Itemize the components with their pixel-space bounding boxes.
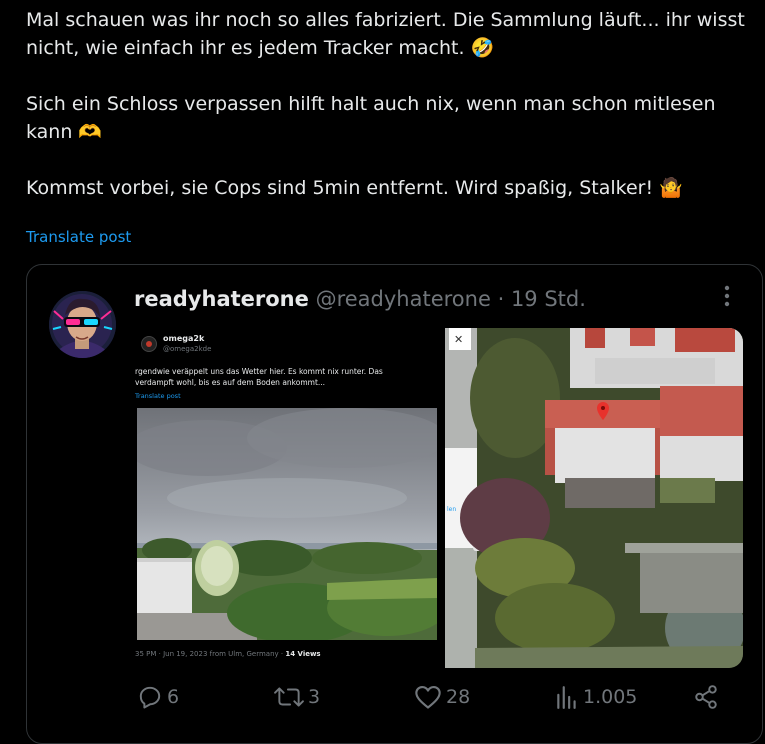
close-icon: ✕	[454, 333, 463, 346]
reply-button[interactable]: 6	[137, 684, 179, 710]
avatar[interactable]	[49, 291, 116, 358]
repost-icon	[274, 687, 304, 707]
quoted-post-media[interactable]: omega2k @omega2kde rgendwie veräppelt un…	[133, 328, 743, 668]
reply-icon	[139, 686, 161, 709]
translate-post-link[interactable]: Translate post	[26, 228, 131, 246]
views-button[interactable]: 1.005	[555, 684, 637, 710]
view-count: 1.005	[583, 686, 638, 708]
satellite-map-image: ✕ len	[445, 328, 743, 668]
post-paragraph: Mal schauen was ihr noch so alles fabriz…	[26, 9, 745, 59]
embedded-author-name: omega2k	[163, 334, 205, 343]
more-dots-icon[interactable]	[721, 285, 733, 307]
embedded-sky-photo	[137, 408, 437, 640]
embedded-post-text: rgendwie veräppelt uns das Wetter hier. …	[135, 367, 383, 387]
embedded-translate-link: Translate post	[135, 392, 181, 400]
post-paragraph: Kommst vorbei, sie Cops sind 5min entfer…	[26, 177, 683, 199]
repost-button[interactable]: 3	[274, 684, 320, 710]
heart-icon	[415, 686, 441, 709]
embedded-screenshot: omega2k @omega2kde rgendwie veräppelt un…	[133, 328, 445, 668]
repost-count: 3	[308, 686, 321, 708]
embedded-author-handle: @omega2kde	[163, 345, 212, 353]
quoted-author-name[interactable]: readyhaterone	[134, 287, 309, 311]
quoted-post-header: readyhaterone @readyhaterone · 19 Std.	[134, 287, 586, 311]
action-bar: 6 3 28 1.005	[0, 684, 765, 724]
post-text: Mal schauen was ihr noch so alles fabriz…	[26, 6, 761, 202]
views-icon	[557, 686, 576, 709]
quoted-author-handle[interactable]: @readyhaterone	[316, 287, 491, 311]
quoted-post[interactable]: readyhaterone @readyhaterone · 19 Std. o…	[26, 264, 763, 744]
like-button[interactable]: 28	[414, 684, 470, 710]
side-label: len	[447, 506, 456, 513]
like-count: 28	[446, 686, 471, 708]
embedded-avatar	[141, 336, 157, 352]
embedded-post-meta: 35 PM · Jun 19, 2023 from Ulm, Germany ·…	[135, 650, 321, 658]
embedded-post-views: 14 Views	[285, 650, 321, 658]
quoted-post-time[interactable]: 19 Std.	[511, 287, 586, 311]
share-icon	[695, 685, 717, 709]
post-paragraph: Sich ein Schloss verpassen hilft halt au…	[26, 93, 716, 143]
embedded-post-timestamp: 35 PM · Jun 19, 2023 from Ulm, Germany ·	[135, 650, 286, 658]
share-button[interactable]	[693, 684, 719, 710]
reply-count: 6	[167, 686, 180, 708]
separator-dot: ·	[497, 287, 505, 311]
